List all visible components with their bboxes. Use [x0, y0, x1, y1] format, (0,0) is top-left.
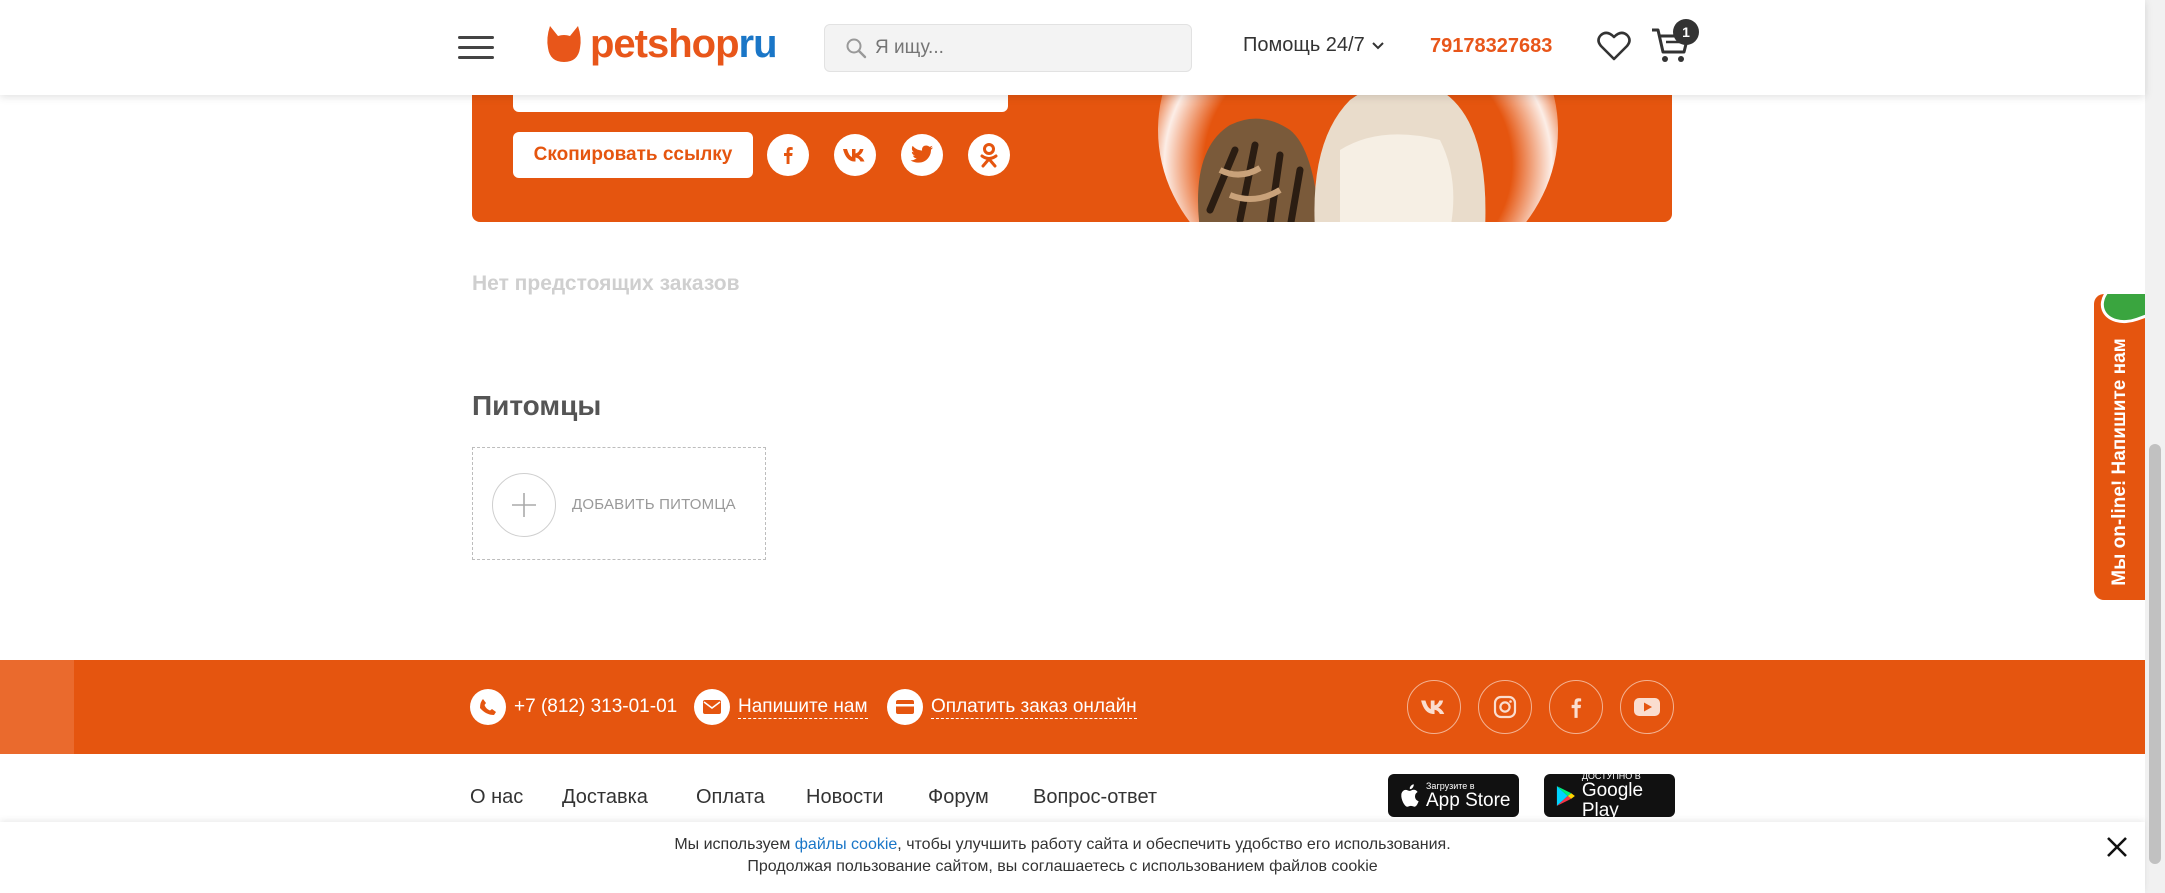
- footer-phone-text: +7 (812) 313-01-01: [514, 696, 678, 717]
- leaf-icon: [2094, 294, 2145, 331]
- footer-decor-stripe: [0, 660, 74, 754]
- share-facebook-button[interactable]: [767, 134, 809, 176]
- search-icon: [846, 38, 867, 59]
- footer-vk-button[interactable]: [1407, 680, 1461, 734]
- mail-icon: [694, 689, 730, 725]
- footer-nav-faq[interactable]: Вопрос-ответ: [1033, 786, 1157, 809]
- youtube-icon: [1634, 698, 1660, 716]
- app-store-big-text: App Store: [1426, 789, 1511, 811]
- instagram-icon: [1493, 695, 1517, 719]
- chat-tab-label: Мы on-line! Напишите нам: [2108, 338, 2130, 586]
- cookie-text-line1: Мы используем файлы cookie, чтобы улучши…: [674, 836, 1451, 853]
- site-header: petshopru Помощь 24/7 79178327683 1: [0, 0, 2145, 95]
- add-pet-label: ДОБАВИТЬ ПИТОМЦА: [572, 496, 736, 513]
- apple-icon: [1401, 783, 1419, 807]
- search-input[interactable]: [875, 37, 1175, 59]
- share-twitter-button[interactable]: [901, 134, 943, 176]
- search-bar[interactable]: [824, 24, 1192, 72]
- help-dropdown[interactable]: Помощь 24/7: [1243, 34, 1385, 57]
- online-chat-tab[interactable]: Мы on-line! Напишите нам: [2094, 294, 2145, 600]
- app-store-small-text: Загрузите в: [1426, 780, 1475, 791]
- footer-pay-online[interactable]: Оплатить заказ онлайн: [887, 689, 1137, 725]
- twitter-icon: [910, 145, 933, 163]
- cookie-notice: Мы используем файлы cookie, чтобы улучши…: [0, 822, 2145, 893]
- write-us-link[interactable]: Напишите нам: [738, 696, 868, 719]
- cat-logo-icon: [547, 26, 581, 62]
- footer-contact-bar: +7 (812) 313-01-01 Напишите нам Оплатить…: [0, 660, 2145, 754]
- phone-icon: [470, 689, 506, 725]
- footer-nav-payment[interactable]: Оплата: [696, 786, 765, 809]
- footer-instagram-button[interactable]: [1478, 680, 1532, 734]
- add-pet-card[interactable]: ДОБАВИТЬ ПИТОМЦА: [472, 447, 766, 560]
- help-label: Помощь 24/7: [1243, 34, 1365, 56]
- plus-icon: [492, 473, 556, 537]
- app-store-badge[interactable]: Загрузите в App Store: [1388, 774, 1519, 817]
- facebook-icon: [1571, 698, 1582, 718]
- google-play-icon: [1556, 785, 1575, 806]
- share-vk-button[interactable]: [834, 134, 876, 176]
- vk-icon: [843, 149, 865, 162]
- footer-write-us[interactable]: Напишите нам: [694, 689, 868, 725]
- share-odnoklassniki-button[interactable]: [968, 134, 1010, 176]
- chevron-down-icon: [1372, 41, 1384, 49]
- pets-section-title: Питомцы: [472, 390, 602, 421]
- footer-nav-news[interactable]: Новости: [806, 786, 883, 809]
- header-phone-link[interactable]: 79178327683: [1430, 35, 1552, 58]
- menu-icon[interactable]: [458, 36, 494, 60]
- page-scrollbar[interactable]: [2145, 0, 2165, 893]
- footer-youtube-button[interactable]: [1620, 680, 1674, 734]
- google-play-badge[interactable]: ДОСТУПНО В Google Play: [1544, 770, 1675, 820]
- scrollbar-thumb[interactable]: [2149, 444, 2161, 864]
- close-icon[interactable]: [2104, 834, 2130, 860]
- footer-nav-about[interactable]: О нас: [470, 786, 523, 809]
- pay-online-link[interactable]: Оплатить заказ онлайн: [931, 696, 1137, 719]
- google-play-small-text: ДОСТУПНО В: [1581, 770, 1641, 781]
- cookie-text-line2: Продолжая пользование сайтом, вы соглаша…: [747, 858, 1378, 875]
- footer-nav-delivery[interactable]: Доставка: [562, 786, 648, 809]
- no-upcoming-orders-text: Нет предстоящих заказов: [472, 272, 740, 295]
- cookie-policy-link[interactable]: файлы cookie: [795, 836, 898, 853]
- card-icon: [887, 689, 923, 725]
- facebook-icon: [784, 147, 793, 164]
- footer-phone[interactable]: +7 (812) 313-01-01: [470, 689, 677, 725]
- odnoklassniki-icon: [980, 143, 998, 168]
- footer-facebook-button[interactable]: [1549, 680, 1603, 734]
- heart-icon[interactable]: [1597, 29, 1631, 63]
- footer-nav-forum[interactable]: Форум: [928, 786, 989, 809]
- logo-wordmark: petshopru: [590, 22, 778, 66]
- copy-link-button[interactable]: Скопировать ссылку: [513, 132, 753, 178]
- cart-count-badge: 1: [1673, 19, 1699, 45]
- google-play-big-text: Google Play: [1581, 779, 1644, 821]
- site-logo[interactable]: petshopru: [546, 22, 778, 66]
- vk-icon: [1421, 700, 1445, 714]
